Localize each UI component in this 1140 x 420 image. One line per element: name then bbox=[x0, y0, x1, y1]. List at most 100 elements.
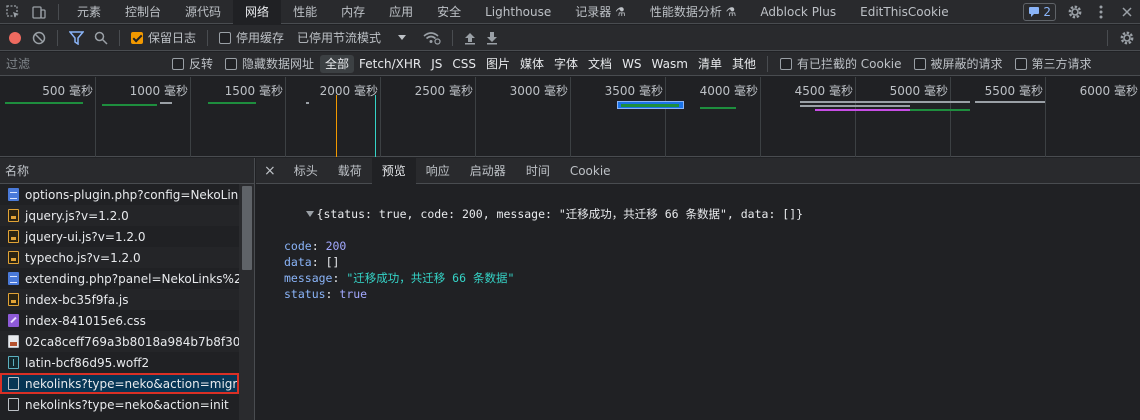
checkbox-icon bbox=[172, 57, 184, 70]
export-har-button[interactable] bbox=[481, 25, 503, 51]
detail-tab-5[interactable]: 时间 bbox=[516, 158, 560, 184]
detail-tab-2[interactable]: 预览 bbox=[371, 157, 416, 184]
field-value: 200 bbox=[325, 239, 347, 253]
panel-tabs: 元素 控制台 源代码 网络 性能 内存 应用 安全 Lighthouse 记录器 ⚗ 性能数据分析 … bbox=[65, 0, 961, 24]
request-row[interactable]: jquery.js?v=1.2.0 bbox=[0, 205, 239, 226]
network-overview-timeline[interactable]: 500 毫秒 1000 毫秒 1500 毫秒 2000 毫秒 2500 毫秒 3000 毫… bbox=[0, 77, 1140, 157]
network-toolbar: 保留日志 停用缓存 已停用节流模式 bbox=[0, 25, 1140, 51]
inspect-element-icon[interactable] bbox=[0, 0, 26, 24]
checkbox-icon bbox=[913, 57, 926, 70]
xhr-file-icon bbox=[8, 398, 19, 411]
scrollbar-thumb[interactable] bbox=[242, 186, 252, 270]
request-name: extending.php?panel=NekoLinks%2Fm... bbox=[25, 271, 239, 286]
settings-gear-icon[interactable] bbox=[1062, 0, 1088, 24]
detail-tab-6[interactable]: Cookie bbox=[560, 158, 621, 184]
preview-summary-line[interactable]: {status: true, code: 200, message: "迁移成功… bbox=[264, 190, 1140, 238]
tab-6[interactable]: 应用 bbox=[377, 0, 425, 24]
tab-12[interactable]: EditThisCookie bbox=[848, 0, 961, 24]
tab-1[interactable]: 控制台 bbox=[113, 0, 173, 24]
request-row[interactable]: options-plugin.php?config=NekoLinks bbox=[0, 184, 239, 205]
request-row[interactable]: 02ca8ceff769a3b8018a984b7b8f30e1?... bbox=[0, 331, 239, 352]
detail-tab-0[interactable]: 标头 bbox=[284, 158, 328, 184]
request-bar bbox=[621, 104, 679, 107]
detail-tab-1[interactable]: 载荷 bbox=[328, 158, 372, 184]
request-bar bbox=[975, 101, 1045, 103]
request-list: 名称 options-plugin.php?config=NekoLinks jq… bbox=[0, 158, 255, 420]
request-row[interactable]: index-841015e6.css bbox=[0, 310, 239, 331]
close-detail-button[interactable]: × bbox=[256, 158, 284, 184]
checkbox-icon bbox=[225, 57, 238, 70]
filter-type-9[interactable]: Wasm bbox=[647, 55, 693, 73]
detail-tab-3[interactable]: 响应 bbox=[416, 158, 460, 184]
tab-9[interactable]: 记录器 ⚗ bbox=[563, 0, 638, 24]
divider bbox=[58, 3, 59, 20]
search-button[interactable] bbox=[89, 25, 113, 51]
filter-type-7[interactable]: 文档 bbox=[583, 55, 617, 73]
request-row[interactable]: typecho.js?v=1.2.0 bbox=[0, 247, 239, 268]
request-row[interactable]: index-bc35f9fa.js bbox=[0, 289, 239, 310]
request-row[interactable]: latin-bcf86d95.woff2 bbox=[0, 352, 239, 373]
name-column-header[interactable]: 名称 bbox=[0, 158, 254, 184]
tab-2[interactable]: 源代码 bbox=[173, 0, 233, 24]
field-key: data bbox=[284, 255, 312, 269]
request-name: jquery.js?v=1.2.0 bbox=[25, 208, 129, 223]
filter-input[interactable]: 过滤 bbox=[0, 52, 166, 76]
filter-type-4[interactable]: 图片 bbox=[481, 55, 515, 73]
close-devtools-icon[interactable] bbox=[1114, 0, 1140, 24]
request-bar bbox=[800, 105, 910, 107]
import-har-button[interactable] bbox=[459, 25, 481, 51]
blocked-requests-checkbox[interactable]: 被屏蔽的请求 bbox=[908, 55, 1009, 72]
tab-8[interactable]: Lighthouse bbox=[473, 0, 563, 24]
hide-data-urls-checkbox[interactable]: 隐藏数据网址 bbox=[219, 55, 320, 72]
detail-tab-4[interactable]: 启动器 bbox=[460, 158, 516, 184]
filter-type-10[interactable]: 清单 bbox=[693, 55, 727, 73]
invert-checkbox[interactable]: 反转 bbox=[166, 55, 219, 72]
throttling-select[interactable]: 已停用节流模式 bbox=[289, 25, 412, 51]
filter-type-6[interactable]: 字体 bbox=[549, 55, 583, 73]
clear-button[interactable] bbox=[27, 25, 51, 51]
tab-7[interactable]: 安全 bbox=[425, 0, 473, 24]
field-value: "迁移成功，共迁移 66 条数据" bbox=[346, 271, 515, 285]
record-button[interactable] bbox=[0, 25, 27, 51]
tab-4[interactable]: 性能 bbox=[281, 0, 329, 24]
divider bbox=[452, 29, 454, 46]
expand-triangle-icon bbox=[305, 211, 314, 217]
tab-3[interactable]: 网络 bbox=[233, 0, 282, 24]
timeline-tick-label: 3000 毫秒 bbox=[509, 84, 568, 98]
filter-type-0[interactable]: 全部 bbox=[320, 54, 355, 73]
request-bar bbox=[306, 102, 309, 104]
timeline-tick-label: 6000 毫秒 bbox=[1079, 84, 1138, 98]
blocked-cookies-checkbox[interactable]: 有已拦截的 Cookie bbox=[774, 55, 908, 72]
filter-type-3[interactable]: CSS bbox=[447, 55, 481, 73]
filter-type-1[interactable]: Fetch/XHR bbox=[354, 55, 426, 73]
preserve-log-checkbox[interactable]: 保留日志 bbox=[126, 25, 201, 51]
request-name: options-plugin.php?config=NekoLinks bbox=[25, 187, 239, 202]
more-options-icon[interactable] bbox=[1088, 0, 1114, 24]
issues-badge[interactable]: 2 bbox=[1022, 2, 1056, 21]
field-value: [] bbox=[325, 255, 340, 269]
request-row[interactable]: extending.php?panel=NekoLinks%2Fm... bbox=[0, 268, 239, 289]
filter-type-2[interactable]: JS bbox=[426, 55, 447, 73]
timeline-tick-label: 2500 毫秒 bbox=[414, 84, 473, 98]
tab-10[interactable]: 性能数据分析 ⚗ bbox=[638, 0, 749, 24]
network-conditions-button[interactable] bbox=[418, 25, 446, 51]
invert-label: 反转 bbox=[189, 57, 214, 71]
third-party-checkbox[interactable]: 第三方请求 bbox=[1009, 55, 1098, 72]
request-row[interactable]: jquery-ui.js?v=1.2.0 bbox=[0, 226, 239, 247]
request-name: index-841015e6.css bbox=[25, 313, 146, 328]
network-settings-gear-icon[interactable] bbox=[1114, 26, 1140, 50]
load-event-line bbox=[375, 95, 376, 157]
tab-0[interactable]: 元素 bbox=[65, 0, 113, 24]
json-preview: {status: true, code: 200, message: "迁移成功… bbox=[256, 184, 1140, 302]
filter-type-5[interactable]: 媒体 bbox=[515, 55, 549, 73]
filter-type-11[interactable]: 其他 bbox=[727, 55, 761, 73]
filter-type-8[interactable]: WS bbox=[617, 55, 646, 73]
tab-11[interactable]: Adblock Plus bbox=[748, 0, 848, 24]
request-row[interactable]: nekolinks?type=neko&action=init bbox=[0, 394, 239, 415]
disable-cache-checkbox[interactable]: 停用缓存 bbox=[214, 25, 289, 51]
request-row[interactable]: nekolinks?type=neko&action=migrate bbox=[0, 373, 239, 394]
font-file-icon bbox=[8, 356, 19, 369]
device-toolbar-icon[interactable] bbox=[26, 0, 52, 24]
filter-toggle-button[interactable] bbox=[64, 25, 89, 51]
tab-5[interactable]: 内存 bbox=[329, 0, 377, 24]
